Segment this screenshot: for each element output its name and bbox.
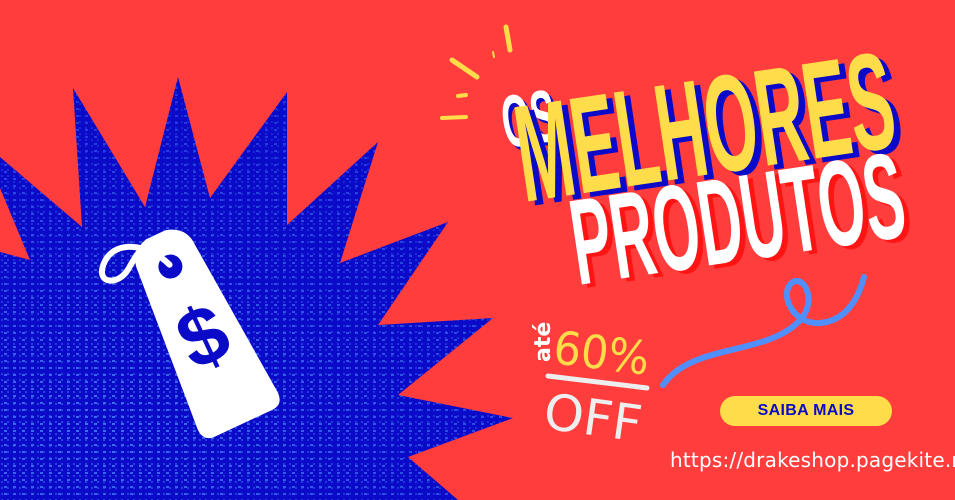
discount-off: OFF bbox=[540, 382, 645, 453]
shop-url-link[interactable]: https://drakeshop.pagekite.me bbox=[670, 448, 955, 472]
starburst-shape bbox=[0, 77, 513, 500]
saiba-mais-button[interactable]: SAIBA MAIS bbox=[720, 396, 892, 426]
headline: OS OS MELHORES MELHORES PRODUTOS PRODUTO… bbox=[496, 23, 919, 314]
discount-badge: até 60% OFF bbox=[531, 320, 653, 453]
